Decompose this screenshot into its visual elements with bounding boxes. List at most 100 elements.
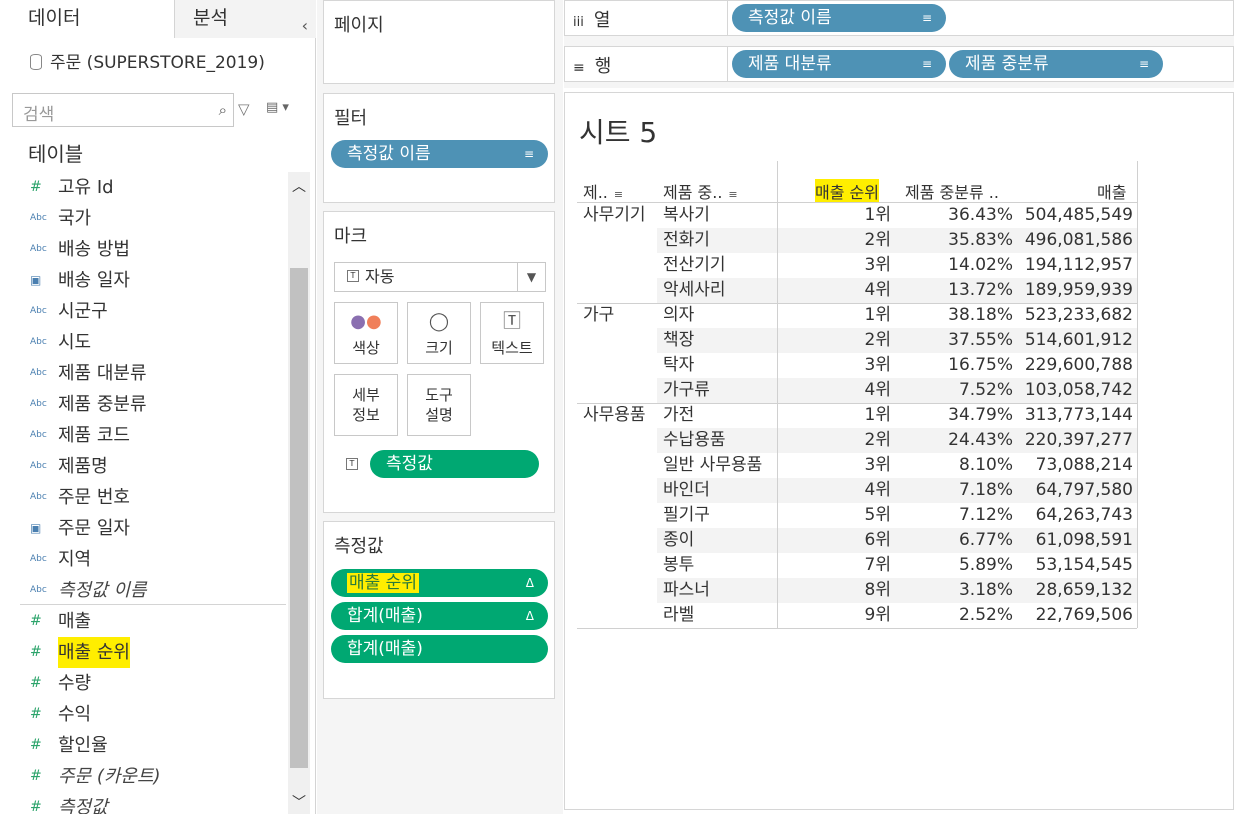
color-button[interactable]: ●● 색상: [334, 302, 398, 364]
search-icon[interactable]: ⌕: [219, 101, 227, 119]
subcategory-cell: 복사기: [663, 205, 710, 225]
rank-cell: 2위: [864, 430, 891, 450]
field-item[interactable]: Abc 시군구: [20, 296, 286, 327]
field-item[interactable]: Abc 국가: [20, 203, 286, 234]
field-item[interactable]: Abc 배송 방법: [20, 234, 286, 265]
measure-pill-sum[interactable]: 합계(매출): [331, 635, 548, 663]
field-label: 시도: [58, 332, 92, 353]
view-area[interactable]: 시트 5 제.. ≡ 제품 중.. ≡ 매출 순위 제품 중분류 .. 매출 사무기…: [564, 92, 1234, 810]
field-item[interactable]: Abc 측정값 이름: [20, 575, 286, 606]
header-rank[interactable]: 매출 순위: [815, 179, 879, 203]
rows-icon: ≡: [573, 60, 585, 76]
rows-shelf-label: ≡ 행: [573, 52, 727, 78]
detail-button[interactable]: 세부 정보: [334, 374, 398, 436]
header-sales[interactable]: 매출: [1097, 179, 1126, 203]
scroll-up-icon[interactable]: ︿: [292, 176, 306, 196]
field-item[interactable]: ▣ 배송 일자: [20, 265, 286, 296]
filter-pill[interactable]: 측정값 이름 ≡: [331, 140, 548, 168]
field-item[interactable]: # 수량: [20, 668, 286, 699]
sales-cell: 103,058,742: [1024, 380, 1133, 400]
subcategory-cell: 가구류: [663, 380, 710, 400]
tab-analysis-label: 분석: [193, 7, 228, 29]
filter-icon[interactable]: ▽: [238, 100, 254, 118]
header-category[interactable]: 제.. ≡: [583, 179, 623, 203]
scroll-thumb[interactable]: [290, 268, 308, 768]
field-label: 지역: [58, 549, 92, 570]
string-icon: Abc: [30, 430, 47, 440]
view-options-icon[interactable]: ▤ ▾: [266, 100, 289, 115]
subcategory-cell: 가전: [663, 405, 695, 425]
field-label: 측정값 이름: [58, 580, 147, 601]
string-icon: Abc: [30, 585, 47, 595]
field-item[interactable]: Abc 주문 번호: [20, 482, 286, 513]
tab-data[interactable]: 데이터: [0, 0, 174, 38]
tab-analysis[interactable]: 분석 ‹: [174, 0, 316, 38]
sort-icon: ≡: [1138, 57, 1149, 71]
header-pct[interactable]: 제품 중분류 ..: [905, 179, 999, 203]
shelf-separator: [727, 47, 728, 81]
pages-card[interactable]: 페이지: [323, 0, 555, 84]
columns-pill[interactable]: 측정값 이름 ≡: [732, 4, 946, 32]
field-item[interactable]: Abc 제품 대분류: [20, 358, 286, 389]
collapse-icon[interactable]: ‹: [302, 8, 308, 44]
field-item[interactable]: # 고유 Id: [20, 172, 286, 203]
field-label: 고유 Id: [58, 177, 114, 198]
rows-pill-label: 제품 중분류: [965, 54, 1049, 74]
search-input[interactable]: 검색 ⌕: [12, 93, 234, 127]
pct-cell: 6.77%: [958, 530, 1013, 550]
field-list: # 고유 Id Abc 국가 Abc 배송 방법 ▣ 배송 일자 Abc 시군구 Abc 시도 Abc 제…: [20, 172, 286, 814]
measure-pill-rank[interactable]: 매출 순위 Δ: [331, 569, 548, 597]
scroll-down-icon[interactable]: ﹀: [292, 792, 306, 812]
size-icon: ◯: [428, 311, 450, 332]
delta-icon: Δ: [525, 576, 534, 590]
sort-icon: ≡: [523, 147, 534, 161]
text-button[interactable]: 🅃 텍스트: [480, 302, 544, 364]
rows-pill-category[interactable]: 제품 대분류 ≡: [732, 50, 946, 78]
sheet-title: 시트 5: [579, 116, 658, 149]
rank-cell: 6위: [864, 530, 891, 550]
shelves: iii 열 측정값 이름 ≡ ≡ 행 제품 대분류 ≡ 제품 중분류 ≡: [564, 0, 1234, 88]
tables-header: 테이블: [28, 142, 84, 166]
subcategory-cell: 파스너: [663, 580, 710, 600]
pct-cell: 3.18%: [958, 580, 1013, 600]
sort-icon[interactable]: ≡: [614, 188, 623, 201]
field-item[interactable]: # 할인율: [20, 730, 286, 761]
mark-type-dropdown[interactable]: T 자동 ▼: [334, 262, 546, 292]
field-item[interactable]: Abc 지역: [20, 544, 286, 575]
measure-pill-sum[interactable]: 합계(매출) Δ: [331, 602, 548, 630]
field-item[interactable]: # 측정값: [20, 792, 286, 814]
field-item[interactable]: Abc 제품명: [20, 451, 286, 482]
mark-type-label: 자동: [365, 267, 395, 286]
field-item[interactable]: Abc 제품 코드: [20, 420, 286, 451]
rows-pill-subcategory[interactable]: 제품 중분류 ≡: [949, 50, 1163, 78]
field-item[interactable]: # 주문 (카운트): [20, 761, 286, 792]
field-item[interactable]: # 매출 순위: [20, 637, 286, 668]
field-item[interactable]: ▣ 주문 일자: [20, 513, 286, 544]
pct-cell: 8.10%: [958, 455, 1013, 475]
size-button[interactable]: ◯ 크기: [407, 302, 471, 364]
pct-cell: 16.75%: [948, 355, 1013, 375]
chevron-down-icon[interactable]: ▼: [517, 263, 545, 291]
columns-shelf[interactable]: iii 열 측정값 이름 ≡: [564, 0, 1234, 36]
measure-values-pill[interactable]: 측정값: [370, 450, 539, 478]
filters-card[interactable]: 필터 측정값 이름 ≡: [323, 93, 555, 203]
field-item[interactable]: Abc 시도: [20, 327, 286, 358]
rank-cell: 3위: [864, 355, 891, 375]
header-subcategory[interactable]: 제품 중.. ≡: [663, 179, 738, 203]
text-mark-icon: T: [347, 270, 359, 282]
table-edge: [1137, 161, 1138, 628]
tooltip-button[interactable]: 도구 설명: [407, 374, 471, 436]
sort-icon[interactable]: ≡: [728, 188, 737, 201]
rows-pill-label: 제품 대분류: [748, 54, 832, 74]
field-item[interactable]: Abc 제품 중분류: [20, 389, 286, 420]
table-bottom: [577, 628, 1137, 629]
sales-cell: 64,797,580: [1035, 480, 1133, 500]
field-item[interactable]: # 매출: [20, 606, 286, 637]
rows-shelf[interactable]: ≡ 행 제품 대분류 ≡ 제품 중분류 ≡: [564, 46, 1234, 82]
sales-cell: 229,600,788: [1024, 355, 1133, 375]
header-subcategory-label: 제품 중..: [663, 183, 723, 202]
rank-cell: 1위: [864, 205, 891, 225]
field-scrollbar[interactable]: ︿ ﹀: [288, 172, 310, 814]
datasource-item[interactable]: 주문 (SUPERSTORE_2019): [30, 48, 265, 73]
field-item[interactable]: # 수익: [20, 699, 286, 730]
